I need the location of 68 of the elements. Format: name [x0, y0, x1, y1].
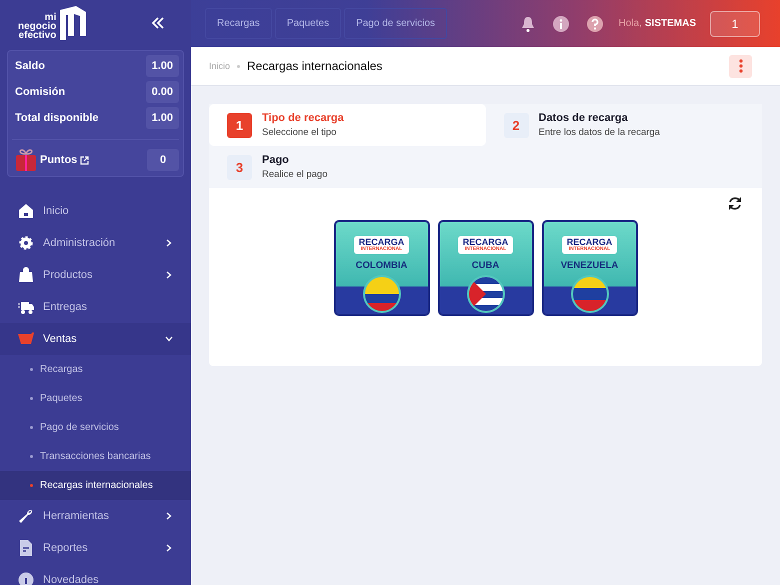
- menu-item[interactable]: Herramientas: [0, 500, 191, 532]
- submenu-item[interactable]: Paquetes: [0, 384, 191, 413]
- refresh-icon[interactable]: [728, 196, 742, 211]
- home-icon: [18, 203, 34, 219]
- wizard-step[interactable]: 2 Datos de recarga Entre los datos de la recarga: [486, 104, 762, 146]
- step-title: Datos de recarga: [538, 112, 629, 124]
- step-number: 2: [504, 112, 528, 138]
- user-name: SISTEMAS: [644, 18, 696, 29]
- page-title: Recargas internacionales: [247, 59, 384, 73]
- chevron-icon: [165, 512, 173, 520]
- submenu-item[interactable]: Recargas: [0, 355, 191, 384]
- chevron-icon: [165, 271, 173, 279]
- step-title: Pago: [262, 154, 290, 166]
- nav-tab[interactable]: Pago de servicios: [344, 8, 448, 39]
- chevron-icon: [165, 335, 173, 343]
- wrench-icon: [18, 508, 34, 524]
- help-icon[interactable]: [586, 16, 603, 32]
- flag-ball-icon: [466, 275, 504, 313]
- menu-item[interactable]: Inicio: [0, 195, 191, 227]
- nav-tab[interactable]: Paquetes: [274, 8, 342, 39]
- info-icon[interactable]: [552, 16, 569, 32]
- menu-item[interactable]: Novedades: [0, 564, 191, 585]
- external-link-icon[interactable]: [80, 156, 90, 164]
- submenu-item[interactable]: Pago de servicios: [0, 413, 191, 442]
- step-subtitle: Entre los datos de la recarga: [538, 127, 660, 138]
- balance-label: Saldo: [15, 60, 45, 72]
- nav-tab[interactable]: Recargas: [205, 8, 272, 39]
- gear-icon: [18, 235, 34, 251]
- flag-ball-icon: [362, 275, 400, 313]
- country-name: CUBA: [472, 260, 500, 271]
- wizard-step[interactable]: 3 Pago Realice el pago: [209, 146, 486, 188]
- menu-item[interactable]: Ventas: [0, 323, 191, 355]
- bell-icon[interactable]: [520, 16, 535, 32]
- submenu-item[interactable]: Transacciones bancarias: [0, 442, 191, 471]
- balance-label: Comisión: [15, 86, 66, 98]
- bag-icon: [18, 267, 34, 283]
- step-subtitle: Realice el pago: [262, 169, 328, 180]
- more-button[interactable]: [729, 54, 752, 78]
- balance-value: 1.00: [146, 55, 179, 77]
- greeting-text: Hola,: [618, 18, 642, 29]
- step-number: 3: [227, 154, 252, 180]
- flag-ball-icon: [570, 275, 608, 313]
- menu-item[interactable]: Productos: [0, 259, 191, 291]
- step-number: 1: [227, 112, 252, 138]
- chevron-icon: [165, 544, 173, 552]
- wizard-step[interactable]: 1 Tipo de recarga Seleccione el tipo: [209, 104, 486, 146]
- logo[interactable]: mi negocio efectivo: [18, 6, 88, 40]
- balance-value: 0.00: [146, 81, 179, 103]
- counter-button[interactable]: 1: [710, 10, 760, 36]
- balance-label: Total disponible: [15, 112, 99, 124]
- menu-item[interactable]: Administración: [0, 227, 191, 259]
- cart-icon: [18, 331, 34, 347]
- collapse-icon[interactable]: [151, 17, 165, 29]
- gift-icon: [15, 148, 37, 172]
- points-value: 0: [147, 149, 179, 171]
- points-link[interactable]: Puntos: [40, 154, 78, 166]
- menu-item[interactable]: Entregas: [0, 291, 191, 323]
- menu-item[interactable]: Reportes: [0, 532, 191, 564]
- step-title: Tipo de recarga: [262, 112, 344, 124]
- step-subtitle: Seleccione el tipo: [262, 127, 338, 138]
- more-icon: [738, 59, 742, 73]
- truck-icon: [18, 299, 34, 315]
- balance-value: 1.00: [146, 107, 179, 129]
- chevron-icon: [165, 239, 173, 247]
- document-icon: [18, 540, 34, 556]
- country-name: VENEZUELA: [560, 260, 618, 271]
- country-name: COLOMBIA: [356, 260, 408, 271]
- submenu-item[interactable]: Recargas internacionales: [0, 471, 191, 500]
